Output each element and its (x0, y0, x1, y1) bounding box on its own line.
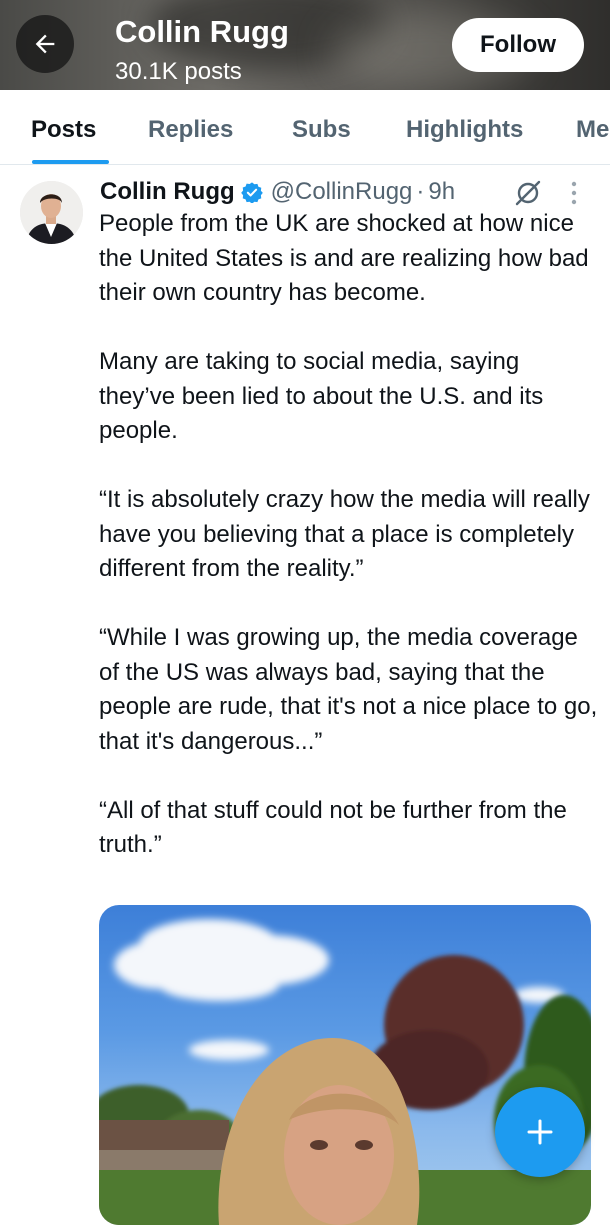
tweet-paragraph: “All of that stuff could not be further … (99, 796, 567, 859)
tweet-body: People from the UK are shocked at how ni… (99, 207, 599, 897)
arrow-left-icon (35, 34, 55, 54)
tab-posts[interactable]: Posts (31, 116, 96, 144)
tweet-author-name[interactable]: Collin Rugg (100, 178, 235, 206)
tweet-timestamp[interactable]: 9h (428, 178, 455, 206)
profile-header: Collin Rugg 30.1K posts Follow (0, 0, 610, 90)
follow-button[interactable]: Follow (452, 18, 584, 72)
profile-name: Collin Rugg (115, 14, 289, 49)
tweet-video[interactable] (99, 905, 591, 1225)
verified-badge-icon (240, 181, 263, 203)
video-frame (99, 919, 591, 1225)
tab-media[interactable]: Me (576, 116, 609, 144)
back-button[interactable] (16, 15, 74, 73)
tab-replies[interactable]: Replies (148, 116, 233, 144)
tweet-paragraph: Many are taking to social media, saying … (99, 348, 544, 444)
tab-subs[interactable]: Subs (292, 116, 351, 144)
tweet-paragraph: “It is absolutely crazy how the media wi… (99, 486, 590, 582)
plus-icon (527, 1119, 553, 1145)
avatar[interactable] (20, 181, 83, 244)
compose-button[interactable] (495, 1087, 585, 1177)
posts-count: 30.1K posts (115, 58, 242, 85)
tweet-header: Collin Rugg @CollinRugg · 9h (100, 175, 455, 209)
active-tab-indicator (32, 160, 109, 164)
dot-separator: · (416, 178, 425, 205)
avatar-photo (20, 181, 83, 244)
profile-tabs: Posts Replies Subs Highlights Me (0, 90, 610, 165)
tweet-handle[interactable]: @CollinRugg (271, 178, 413, 206)
tweet-paragraph: “While I was growing up, the media cover… (99, 624, 598, 755)
tweet-paragraph: People from the UK are shocked at how ni… (99, 210, 589, 306)
tab-highlights[interactable]: Highlights (406, 116, 523, 144)
